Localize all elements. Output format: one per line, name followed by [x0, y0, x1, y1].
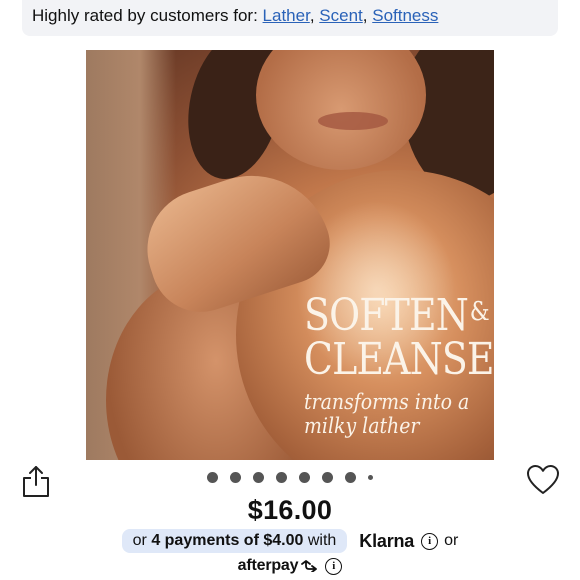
hero-headline-amp: & [469, 297, 490, 327]
rating-link-lather[interactable]: Lather [263, 6, 310, 25]
installment-amount: 4 payments of $4.00 [151, 532, 304, 549]
carousel-dot[interactable] [253, 472, 264, 483]
afterpay-logo: afterpay [237, 557, 299, 574]
afterpay-arrows-icon [301, 560, 318, 572]
hero-subtitle: transforms into a milky lather [304, 390, 469, 438]
afterpay-option: afterpay i [0, 557, 580, 575]
hero-subtitle-line2: milky lather [304, 414, 420, 438]
hero-headline: SOFTEN& CLEANSE [304, 290, 494, 382]
rating-link-softness[interactable]: Softness [372, 6, 438, 25]
klarna-logo: Klarna [359, 530, 415, 551]
product-price: $16.00 [247, 495, 333, 525]
carousel-dot[interactable] [299, 472, 310, 483]
hero-headline-line2: CLEANSE [304, 334, 494, 385]
carousel-pagination [0, 472, 580, 483]
heart-icon[interactable] [526, 464, 560, 496]
product-page: Highly rated by customers for: Lather, S… [0, 0, 580, 580]
or-text: or [444, 532, 459, 549]
carousel-dot[interactable] [368, 475, 373, 480]
rating-highlights: Highly rated by customers for: Lather, S… [22, 0, 558, 36]
info-icon[interactable]: i [325, 557, 343, 575]
carousel-dot[interactable] [207, 472, 218, 483]
installment-options: or 4 payments of $4.00 with Klarna i or [0, 529, 580, 553]
carousel-dot[interactable] [230, 472, 241, 483]
hero-subtitle-line1: transforms into a [304, 390, 470, 414]
info-icon[interactable]: i [421, 532, 439, 550]
pill-prefix: or [132, 532, 147, 549]
carousel-dot[interactable] [345, 472, 356, 483]
product-hero-image[interactable]: SOFTEN& CLEANSE transforms into a milky … [86, 50, 494, 460]
klarna-installment-pill[interactable]: or 4 payments of $4.00 with [121, 529, 348, 553]
carousel-dot[interactable] [276, 472, 287, 483]
carousel-dot[interactable] [322, 472, 333, 483]
pill-with: with [307, 532, 337, 549]
rating-link-scent[interactable]: Scent [319, 6, 362, 25]
rating-prefix: Highly rated by customers for: [32, 6, 258, 25]
